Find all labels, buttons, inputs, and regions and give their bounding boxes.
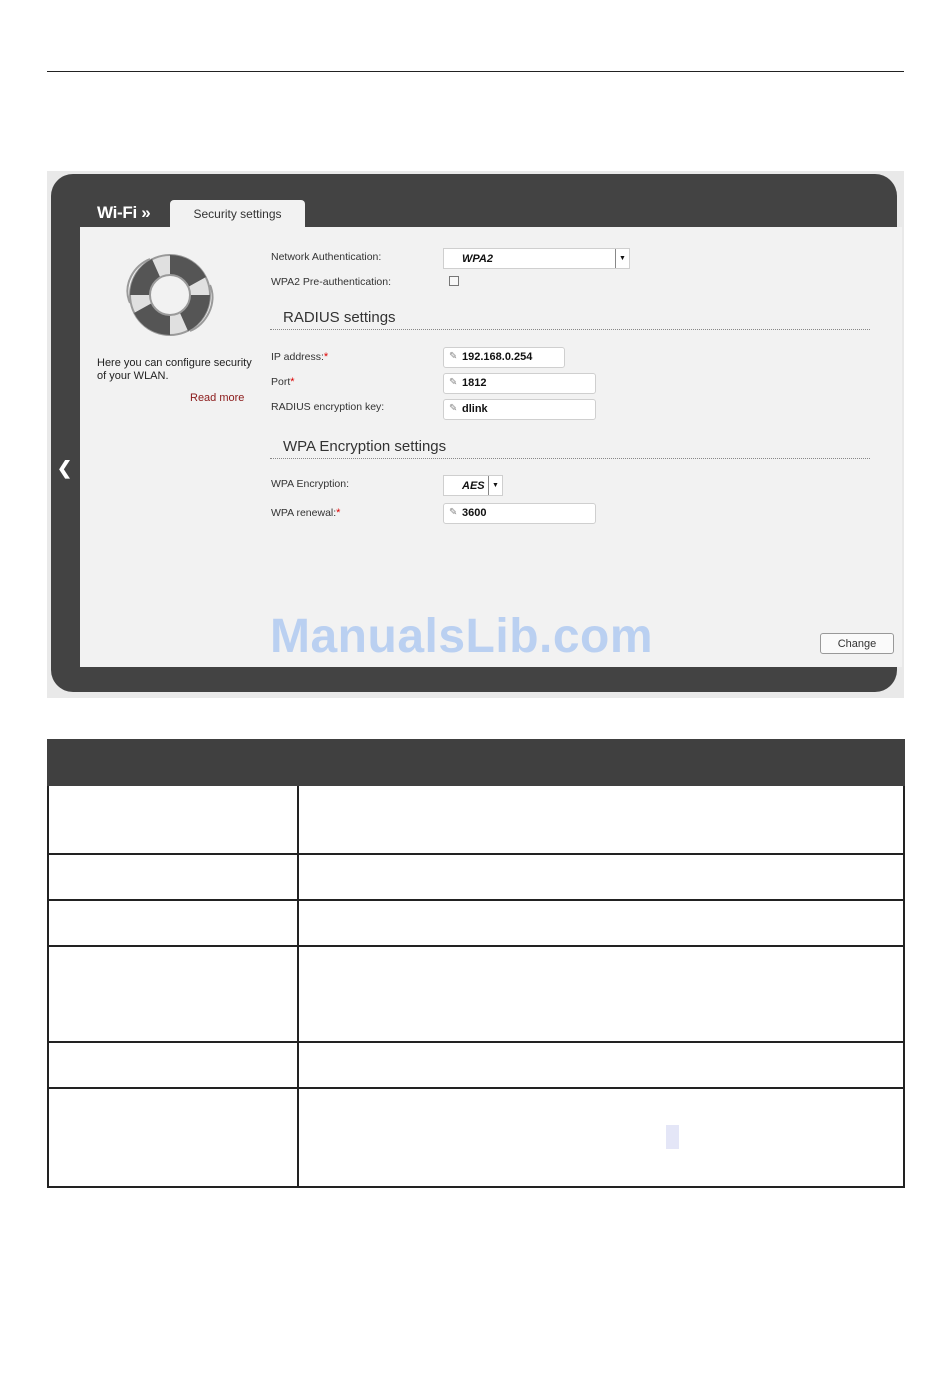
back-arrow-icon[interactable]: ❮ — [57, 458, 72, 479]
wpa-encryption-label: WPA Encryption: — [271, 478, 350, 490]
read-more-link[interactable]: Read more — [190, 392, 244, 404]
change-button[interactable]: Change — [820, 633, 894, 654]
port-input[interactable]: ✎ 1812 — [443, 373, 596, 394]
network-auth-select[interactable]: WPA2 ▼ — [443, 248, 630, 269]
wpa-renewal-label: WPA renewal:* — [271, 507, 341, 519]
table-header — [47, 739, 905, 786]
wpa-encryption-select[interactable]: AES ▼ — [443, 475, 503, 496]
watermark: ManualsLib.com — [270, 610, 654, 663]
preauth-label: WPA2 Pre-authentication: — [271, 276, 392, 288]
top-rule — [47, 71, 904, 72]
section-divider — [270, 329, 870, 330]
section-divider — [270, 458, 870, 459]
table-row — [47, 1043, 905, 1089]
wpa-encryption-value: AES — [462, 480, 485, 492]
breadcrumb-wifi[interactable]: Wi-Fi » — [97, 203, 151, 223]
lifebuoy-icon — [126, 254, 214, 336]
chevron-down-icon: ▼ — [488, 476, 502, 495]
description-table — [47, 739, 905, 1188]
info-text: Here you can configure security of your … — [97, 357, 252, 382]
table-row — [47, 901, 905, 947]
ui-frame: Wi-Fi » Security settings ❮ Here you can… — [51, 174, 902, 692]
tab-security-settings[interactable]: Security settings — [170, 200, 305, 228]
ip-label: IP address:* — [271, 351, 329, 363]
table-row — [47, 1089, 905, 1188]
wpa-renewal-input[interactable]: ✎ 3600 — [443, 503, 596, 524]
radius-key-label: RADIUS encryption key: — [271, 401, 385, 413]
network-auth-label: Network Authentication: — [271, 251, 382, 263]
radius-key-input[interactable]: ✎ dlink — [443, 399, 596, 420]
port-label: Port* — [271, 376, 295, 388]
highlight-mark — [666, 1125, 679, 1149]
table-row — [47, 786, 905, 855]
radius-section-title: RADIUS settings — [283, 309, 396, 326]
table-row — [47, 855, 905, 901]
chevron-down-icon: ▼ — [615, 249, 629, 268]
router-screenshot: Wi-Fi » Security settings ❮ Here you can… — [47, 171, 904, 698]
wpa-section-title: WPA Encryption settings — [283, 438, 447, 455]
ip-address-input[interactable]: ✎ 192.168.0.254 — [443, 347, 565, 368]
pencil-icon: ✎ — [449, 403, 458, 414]
content-panel: Here you can configure security of your … — [80, 227, 902, 667]
network-auth-value: WPA2 — [462, 253, 493, 265]
table-row — [47, 947, 905, 1043]
pencil-icon: ✎ — [449, 351, 458, 362]
pencil-icon: ✎ — [449, 507, 458, 518]
pencil-icon: ✎ — [449, 377, 458, 388]
preauth-checkbox[interactable] — [449, 276, 459, 286]
